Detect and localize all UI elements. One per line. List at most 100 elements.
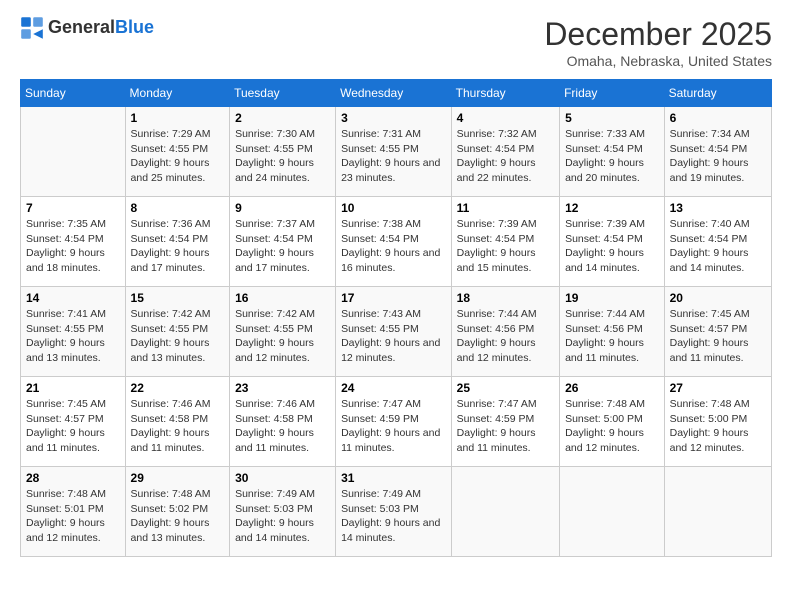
calendar-cell <box>560 467 665 557</box>
calendar-cell: 23Sunrise: 7:46 AMSunset: 4:58 PMDayligh… <box>230 377 336 467</box>
sunset-text: Sunset: 4:55 PM <box>131 143 209 155</box>
calendar-subtitle: Omaha, Nebraska, United States <box>544 53 772 69</box>
sunrise-text: Sunrise: 7:39 AM <box>565 218 645 230</box>
day-info: Sunrise: 7:39 AMSunset: 4:54 PMDaylight:… <box>565 217 659 276</box>
header-day-tuesday: Tuesday <box>230 80 336 107</box>
daylight-text: Daylight: 9 hours and 15 minutes. <box>457 247 536 274</box>
daylight-text: Daylight: 9 hours and 11 minutes. <box>457 427 536 454</box>
sunrise-text: Sunrise: 7:32 AM <box>457 128 537 140</box>
day-info: Sunrise: 7:29 AM Sunset: 4:55 PM Daylight:… <box>131 127 225 186</box>
calendar-cell: 27Sunrise: 7:48 AMSunset: 5:00 PMDayligh… <box>664 377 771 467</box>
daylight-text: Daylight: 9 hours and 19 minutes. <box>670 157 749 184</box>
sunset-text: Sunset: 4:54 PM <box>457 143 535 155</box>
sunset-text: Sunset: 4:55 PM <box>341 323 419 335</box>
day-info: Sunrise: 7:39 AMSunset: 4:54 PMDaylight:… <box>457 217 554 276</box>
calendar-cell: 26Sunrise: 7:48 AMSunset: 5:00 PMDayligh… <box>560 377 665 467</box>
day-info: Sunrise: 7:32 AM Sunset: 4:54 PM Daylight:… <box>457 127 554 186</box>
sunset-text: Sunset: 4:59 PM <box>341 413 419 425</box>
sunset-text: Sunset: 4:54 PM <box>457 233 535 245</box>
calendar-cell: 30Sunrise: 7:49 AMSunset: 5:03 PMDayligh… <box>230 467 336 557</box>
calendar-cell: 13Sunrise: 7:40 AMSunset: 4:54 PMDayligh… <box>664 197 771 287</box>
day-info: Sunrise: 7:47 AMSunset: 4:59 PMDaylight:… <box>341 397 446 456</box>
sunset-text: Sunset: 4:54 PM <box>670 233 748 245</box>
day-number: 3 <box>341 111 446 125</box>
header-day-saturday: Saturday <box>664 80 771 107</box>
logo-icon <box>20 16 44 40</box>
calendar-cell: 9Sunrise: 7:37 AMSunset: 4:54 PMDaylight… <box>230 197 336 287</box>
day-info: Sunrise: 7:31 AMSunset: 4:55 PMDaylight:… <box>341 127 446 186</box>
day-number: 20 <box>670 291 766 305</box>
daylight-text: Daylight: 9 hours and 11 minutes. <box>26 427 105 454</box>
calendar-cell: 28Sunrise: 7:48 AMSunset: 5:01 PMDayligh… <box>21 467 126 557</box>
day-info: Sunrise: 7:49 AMSunset: 5:03 PMDaylight:… <box>341 487 446 546</box>
daylight-text: Daylight: 9 hours and 11 minutes. <box>565 337 644 364</box>
header-day-wednesday: Wednesday <box>336 80 452 107</box>
calendar-table: SundayMondayTuesdayWednesdayThursdayFrid… <box>20 79 772 557</box>
title-area: December 2025 Omaha, Nebraska, United St… <box>544 16 772 69</box>
day-info: Sunrise: 7:48 AMSunset: 5:02 PMDaylight:… <box>131 487 225 546</box>
sunrise-text: Sunrise: 7:41 AM <box>26 308 106 320</box>
daylight-text: Daylight: 9 hours and 12 minutes. <box>565 427 644 454</box>
day-number: 17 <box>341 291 446 305</box>
sunrise-text: Sunrise: 7:33 AM <box>565 128 645 140</box>
day-info: Sunrise: 7:41 AMSunset: 4:55 PMDaylight:… <box>26 307 120 366</box>
day-info: Sunrise: 7:47 AMSunset: 4:59 PMDaylight:… <box>457 397 554 456</box>
daylight-text: Daylight: 9 hours and 24 minutes. <box>235 157 314 184</box>
calendar-cell: 4 Sunrise: 7:32 AM Sunset: 4:54 PM Daylight… <box>451 107 559 197</box>
header-day-thursday: Thursday <box>451 80 559 107</box>
daylight-text: Daylight: 9 hours and 12 minutes. <box>26 517 105 544</box>
daylight-text: Daylight: 9 hours and 25 minutes. <box>131 157 210 184</box>
calendar-cell: 20Sunrise: 7:45 AMSunset: 4:57 PMDayligh… <box>664 287 771 377</box>
week-row-2: 7Sunrise: 7:35 AMSunset: 4:54 PMDaylight… <box>21 197 772 287</box>
calendar-cell: 10Sunrise: 7:38 AMSunset: 4:54 PMDayligh… <box>336 197 452 287</box>
header-day-sunday: Sunday <box>21 80 126 107</box>
sunrise-text: Sunrise: 7:48 AM <box>131 488 211 500</box>
day-number: 31 <box>341 471 446 485</box>
sunrise-text: Sunrise: 7:44 AM <box>565 308 645 320</box>
calendar-cell: 22Sunrise: 7:46 AMSunset: 4:58 PMDayligh… <box>125 377 230 467</box>
calendar-cell: 24 Sunrise: 7:47 AMSunset: 4:59 PMDayligh… <box>336 377 452 467</box>
day-info: Sunrise: 7:45 AMSunset: 4:57 PMDaylight:… <box>26 397 120 456</box>
logo: GeneralBlue <box>20 16 154 40</box>
sunrise-text: Sunrise: 7:42 AM <box>131 308 211 320</box>
sunset-text: Sunset: 4:59 PM <box>457 413 535 425</box>
day-number: 16 <box>235 291 330 305</box>
day-number: 19 <box>565 291 659 305</box>
daylight-text: Daylight: 9 hours and 23 minutes. <box>341 157 440 184</box>
sunrise-text: Sunrise: 7:46 AM <box>235 398 315 410</box>
sunset-text: Sunset: 4:55 PM <box>235 143 313 155</box>
day-number: 11 <box>457 201 554 215</box>
day-number: 26 <box>565 381 659 395</box>
page-header: GeneralBlue December 2025 Omaha, Nebrask… <box>20 16 772 69</box>
sunrise-text: Sunrise: 7:45 AM <box>670 308 750 320</box>
calendar-cell: 11 Sunrise: 7:39 AMSunset: 4:54 PMDayligh… <box>451 197 559 287</box>
sunrise-text: Sunrise: 7:49 AM <box>341 488 421 500</box>
calendar-title: December 2025 <box>544 16 772 53</box>
sunrise-text: Sunrise: 7:49 AM <box>235 488 315 500</box>
daylight-text: Daylight: 9 hours and 22 minutes. <box>457 157 536 184</box>
calendar-header-row: SundayMondayTuesdayWednesdayThursdayFrid… <box>21 80 772 107</box>
daylight-text: Daylight: 9 hours and 13 minutes. <box>131 517 210 544</box>
sunrise-text: Sunrise: 7:31 AM <box>341 128 421 140</box>
daylight-text: Daylight: 9 hours and 20 minutes. <box>565 157 644 184</box>
sunrise-text: Sunrise: 7:29 AM <box>131 128 211 140</box>
calendar-cell: 7Sunrise: 7:35 AMSunset: 4:54 PMDaylight… <box>21 197 126 287</box>
day-number: 15 <box>131 291 225 305</box>
daylight-text: Daylight: 9 hours and 11 minutes. <box>131 427 210 454</box>
sunrise-text: Sunrise: 7:34 AM <box>670 128 750 140</box>
day-number: 4 <box>457 111 554 125</box>
day-info: Sunrise: 7:49 AMSunset: 5:03 PMDaylight:… <box>235 487 330 546</box>
sunset-text: Sunset: 4:57 PM <box>670 323 748 335</box>
day-number: 24 <box>341 381 446 395</box>
sunrise-text: Sunrise: 7:36 AM <box>131 218 211 230</box>
calendar-cell: 25Sunrise: 7:47 AMSunset: 4:59 PMDayligh… <box>451 377 559 467</box>
sunset-text: Sunset: 4:54 PM <box>565 143 643 155</box>
daylight-text: Daylight: 9 hours and 11 minutes. <box>235 427 314 454</box>
day-number: 8 <box>131 201 225 215</box>
sunset-text: Sunset: 4:58 PM <box>235 413 313 425</box>
day-info: Sunrise: 7:38 AMSunset: 4:54 PMDaylight:… <box>341 217 446 276</box>
week-row-5: 28Sunrise: 7:48 AMSunset: 5:01 PMDayligh… <box>21 467 772 557</box>
sunset-text: Sunset: 4:54 PM <box>565 233 643 245</box>
daylight-text: Daylight: 9 hours and 12 minutes. <box>670 427 749 454</box>
daylight-text: Daylight: 9 hours and 13 minutes. <box>131 337 210 364</box>
